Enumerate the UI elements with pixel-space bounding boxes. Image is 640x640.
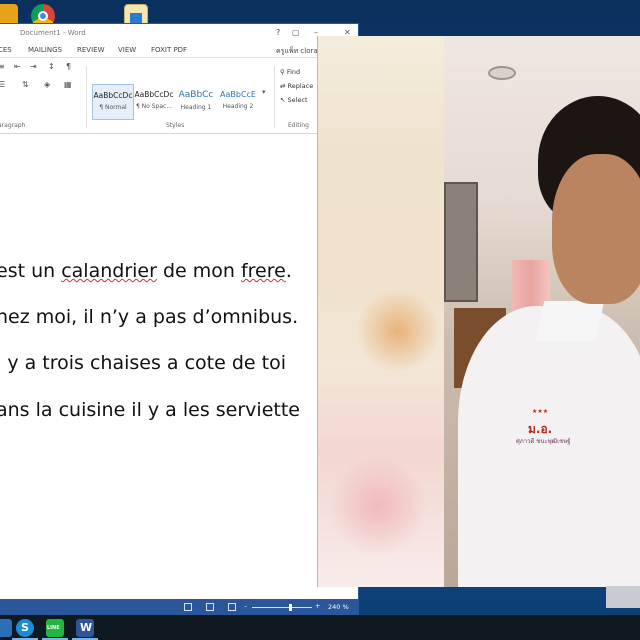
- style-no-spacing[interactable]: AaBbCcDc ¶ No Spac...: [134, 84, 174, 118]
- title-bar: Document1 - Word ? ▢ – ✕: [0, 24, 358, 43]
- ceiling-light: [488, 66, 516, 80]
- read-mode-icon[interactable]: [184, 603, 192, 611]
- document-line-4: ans la cuisine il y a les serviette: [0, 399, 300, 421]
- justify-icon[interactable]: ☰: [0, 80, 5, 89]
- ribbon-display-button[interactable]: ▢: [292, 28, 300, 37]
- style-normal[interactable]: AaBbCcDc ¶ Normal: [92, 84, 134, 120]
- tab-foxit-pdf[interactable]: FOXIT PDF: [151, 46, 187, 54]
- select-label: Select: [287, 96, 308, 104]
- gray-block: [606, 586, 640, 608]
- find-label: Find: [286, 68, 301, 76]
- style-sample: AaBbCc: [178, 90, 214, 100]
- tab-view[interactable]: VIEW: [118, 46, 136, 54]
- zoom-level[interactable]: 240 %: [328, 603, 349, 611]
- decrease-indent-icon[interactable]: ⇤: [14, 62, 21, 71]
- webcam-feed: ★★★ ม.อ. ศุภาวดี ชนะพุฒิเชษฐ์: [444, 36, 640, 587]
- replace-button[interactable]: ⇄ Replace: [280, 82, 313, 90]
- ribbon-divider: [274, 66, 275, 128]
- paragraph-group-label: aragraph: [0, 122, 26, 129]
- editing-group-label: Editing: [288, 122, 309, 129]
- styles-more-icon[interactable]: ▾: [262, 88, 266, 96]
- video-call-window[interactable]: ★★★ ม.อ. ศุภาวดี ชนะพุฒิเชษฐ์: [318, 36, 640, 587]
- zoom-out-icon[interactable]: –: [244, 602, 247, 610]
- person-shirt: [458, 306, 640, 587]
- ribbon-divider: [86, 66, 87, 128]
- select-button[interactable]: ↖ Select: [280, 96, 308, 104]
- blurred-background: [318, 36, 444, 587]
- print-layout-icon[interactable]: [206, 603, 214, 611]
- sort-icon[interactable]: ↕: [48, 62, 55, 71]
- increase-indent-icon[interactable]: ⇥: [30, 62, 37, 71]
- styles-group-label: Styles: [166, 122, 185, 129]
- zoom-slider[interactable]: [252, 607, 312, 608]
- style-sample: AaBbCcDc: [134, 90, 174, 99]
- document-line-3: l y a trois chaises a cote de toi: [0, 352, 286, 374]
- tab-mailings[interactable]: MAILINGS: [28, 46, 62, 54]
- document-area[interactable]: est un calandrier de mon frere. hez moi,…: [0, 134, 358, 599]
- document-line-1: est un calandrier de mon frere.: [0, 260, 292, 282]
- person-face: [552, 154, 640, 304]
- style-name: Heading 2: [222, 103, 254, 110]
- text-segment: de mon: [156, 260, 241, 282]
- style-heading-1[interactable]: AaBbCc Heading 1: [176, 84, 216, 118]
- help-button[interactable]: ?: [276, 28, 280, 37]
- find-button[interactable]: ⚲ Find: [280, 68, 300, 76]
- document-line-2: hez moi, il n’y a pas d’omnibus.: [0, 306, 299, 328]
- skype-icon[interactable]: [16, 619, 34, 637]
- zoom-in-icon[interactable]: +: [315, 602, 320, 610]
- text-segment: est un: [0, 260, 62, 282]
- shading-icon[interactable]: ◈: [44, 80, 50, 89]
- blur-spot: [328, 456, 428, 556]
- style-name: ¶ Normal: [99, 104, 127, 111]
- ribbon: ≡ ⇤ ⇥ ↕ ¶ ☰ ⇅ ◈ ▦ aragraph AaBbCcDc ¶ No…: [0, 58, 358, 134]
- web-layout-icon[interactable]: [228, 603, 236, 611]
- tab-references[interactable]: CES: [0, 46, 12, 54]
- style-name: ¶ No Spac...: [135, 103, 173, 110]
- taskbar-app-icon[interactable]: [0, 619, 12, 637]
- word-window: Document1 - Word ? ▢ – ✕ CES MAILINGS RE…: [0, 24, 358, 616]
- ribbon-tabs: CES MAILINGS REVIEW VIEW FOXIT PDF ครูแพ…: [0, 43, 358, 58]
- window-title: Document1 - Word: [20, 29, 86, 37]
- taskbar: [0, 615, 640, 640]
- shirt-name: ศุภาวดี ชนะพุฒิเชษฐ์: [516, 438, 571, 445]
- user-name[interactable]: ครูแพ็ท clorap: [276, 46, 322, 57]
- style-sample: AaBbCcDc: [93, 91, 133, 100]
- bullets-icon[interactable]: ≡: [0, 62, 5, 71]
- status-bar: – + 240 %: [0, 599, 358, 616]
- wall-frame: [444, 182, 478, 302]
- replace-label: Replace: [287, 82, 314, 90]
- line-app-icon[interactable]: [46, 619, 64, 637]
- tab-review[interactable]: REVIEW: [77, 46, 104, 54]
- misspelled-word[interactable]: calandrier: [61, 260, 157, 282]
- blur-spot: [358, 286, 438, 376]
- borders-icon[interactable]: ▦: [64, 80, 72, 89]
- zoom-slider-thumb[interactable]: [288, 604, 292, 611]
- text-segment: .: [285, 260, 292, 282]
- style-name: Heading 1: [180, 104, 212, 111]
- pilcrow-icon[interactable]: ¶: [66, 62, 71, 71]
- line-spacing-icon[interactable]: ⇅: [22, 80, 29, 89]
- shirt-collar: [535, 301, 605, 341]
- misspelled-word[interactable]: frere: [241, 260, 286, 282]
- style-sample: AaBbCcE: [220, 90, 256, 99]
- shirt-stars: ★★★: [532, 408, 549, 415]
- word-icon[interactable]: [76, 619, 94, 637]
- style-heading-2[interactable]: AaBbCcE Heading 2: [218, 84, 258, 118]
